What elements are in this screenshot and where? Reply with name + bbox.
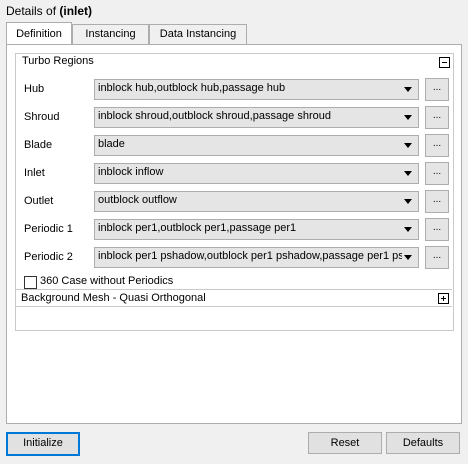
chevron-down-icon [404,115,412,120]
hub-label: Hub [24,83,45,95]
chevron-down-icon [404,143,412,148]
blade-combo[interactable]: blade [94,135,419,156]
shroud-browse-button[interactable]: ... [425,106,449,129]
outlet-combo[interactable]: outblock outflow [94,191,419,212]
chevron-down-icon [404,255,412,260]
shroud-combo[interactable]: inblock shroud,outblock shroud,passage s… [94,107,419,128]
hub-combo[interactable]: inblock hub,outblock hub,passage hub [94,79,419,100]
chevron-down-icon [404,227,412,232]
periodic1-label: Periodic 1 [24,223,73,235]
tab-instancing[interactable]: Instancing [72,24,149,44]
periodic1-browse-button[interactable]: ... [425,218,449,241]
background-mesh-title: Background Mesh - Quasi Orthogonal [21,292,206,304]
case360-label: 360 Case without Periodics [40,275,174,287]
turbo-regions-title: Turbo Regions [22,55,94,67]
defaults-button[interactable]: Defaults [386,432,460,454]
periodic2-combo[interactable]: inblock per1 pshadow,outblock per1 pshad… [94,247,419,268]
collapse-icon[interactable] [439,57,450,68]
expand-icon[interactable] [438,293,449,304]
tab-data-instancing[interactable]: Data Instancing [149,24,247,44]
outlet-browse-button[interactable]: ... [425,190,449,213]
case360-checkbox[interactable] [24,276,37,289]
definition-panel: Turbo Regions Hub inblock hub,outblock h… [6,44,462,424]
inlet-label: Inlet [24,167,45,179]
periodic2-browse-button[interactable]: ... [425,246,449,269]
reset-button[interactable]: Reset [308,432,382,454]
hub-browse-button[interactable]: ... [425,78,449,101]
blade-browse-button[interactable]: ... [425,134,449,157]
periodic2-label: Periodic 2 [24,251,73,263]
initialize-button[interactable]: Initialize [6,432,80,456]
chevron-down-icon [404,171,412,176]
periodic1-combo[interactable]: inblock per1,outblock per1,passage per1 [94,219,419,240]
blade-label: Blade [24,139,53,151]
shroud-label: Shroud [24,111,60,123]
chevron-down-icon [404,199,412,204]
inlet-combo[interactable]: inblock inflow [94,163,419,184]
tab-definition[interactable]: Definition [6,22,72,44]
chevron-down-icon [404,87,412,92]
outlet-label: Outlet [24,195,54,207]
background-mesh-group[interactable]: Background Mesh - Quasi Orthogonal [15,289,452,307]
inlet-browse-button[interactable]: ... [425,162,449,185]
details-title: Details of (inlet) [6,4,93,18]
